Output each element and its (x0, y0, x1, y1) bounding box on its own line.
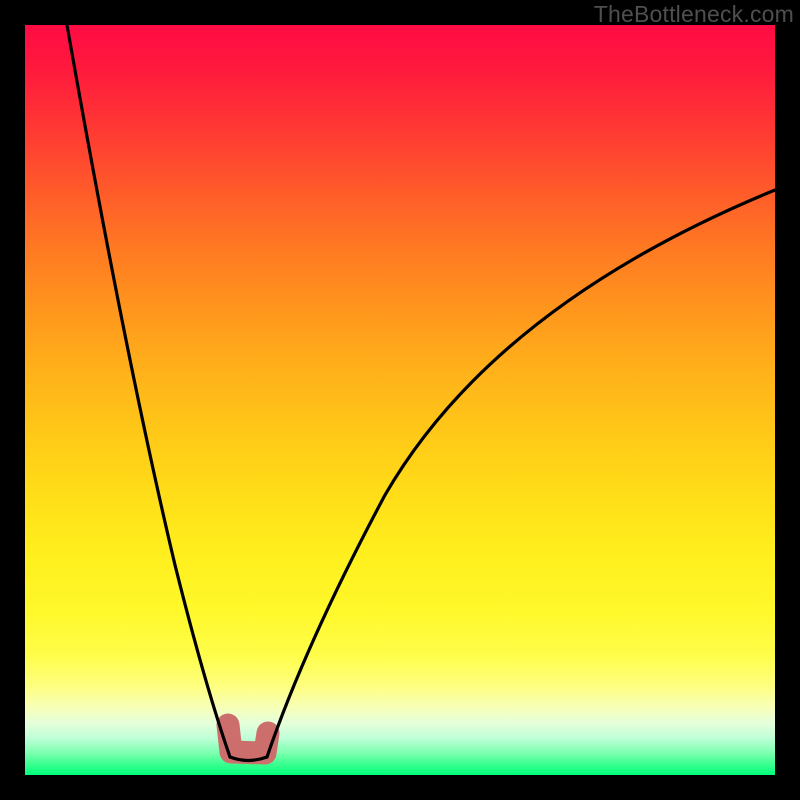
chart-svg (25, 25, 775, 775)
plot-area (25, 25, 775, 775)
curve-left-branch (67, 25, 230, 757)
chart-frame: TheBottleneck.com (0, 0, 800, 800)
highlight-minimum (228, 725, 268, 753)
watermark-text: TheBottleneck.com (594, 1, 794, 28)
curve-right-branch (267, 190, 775, 757)
